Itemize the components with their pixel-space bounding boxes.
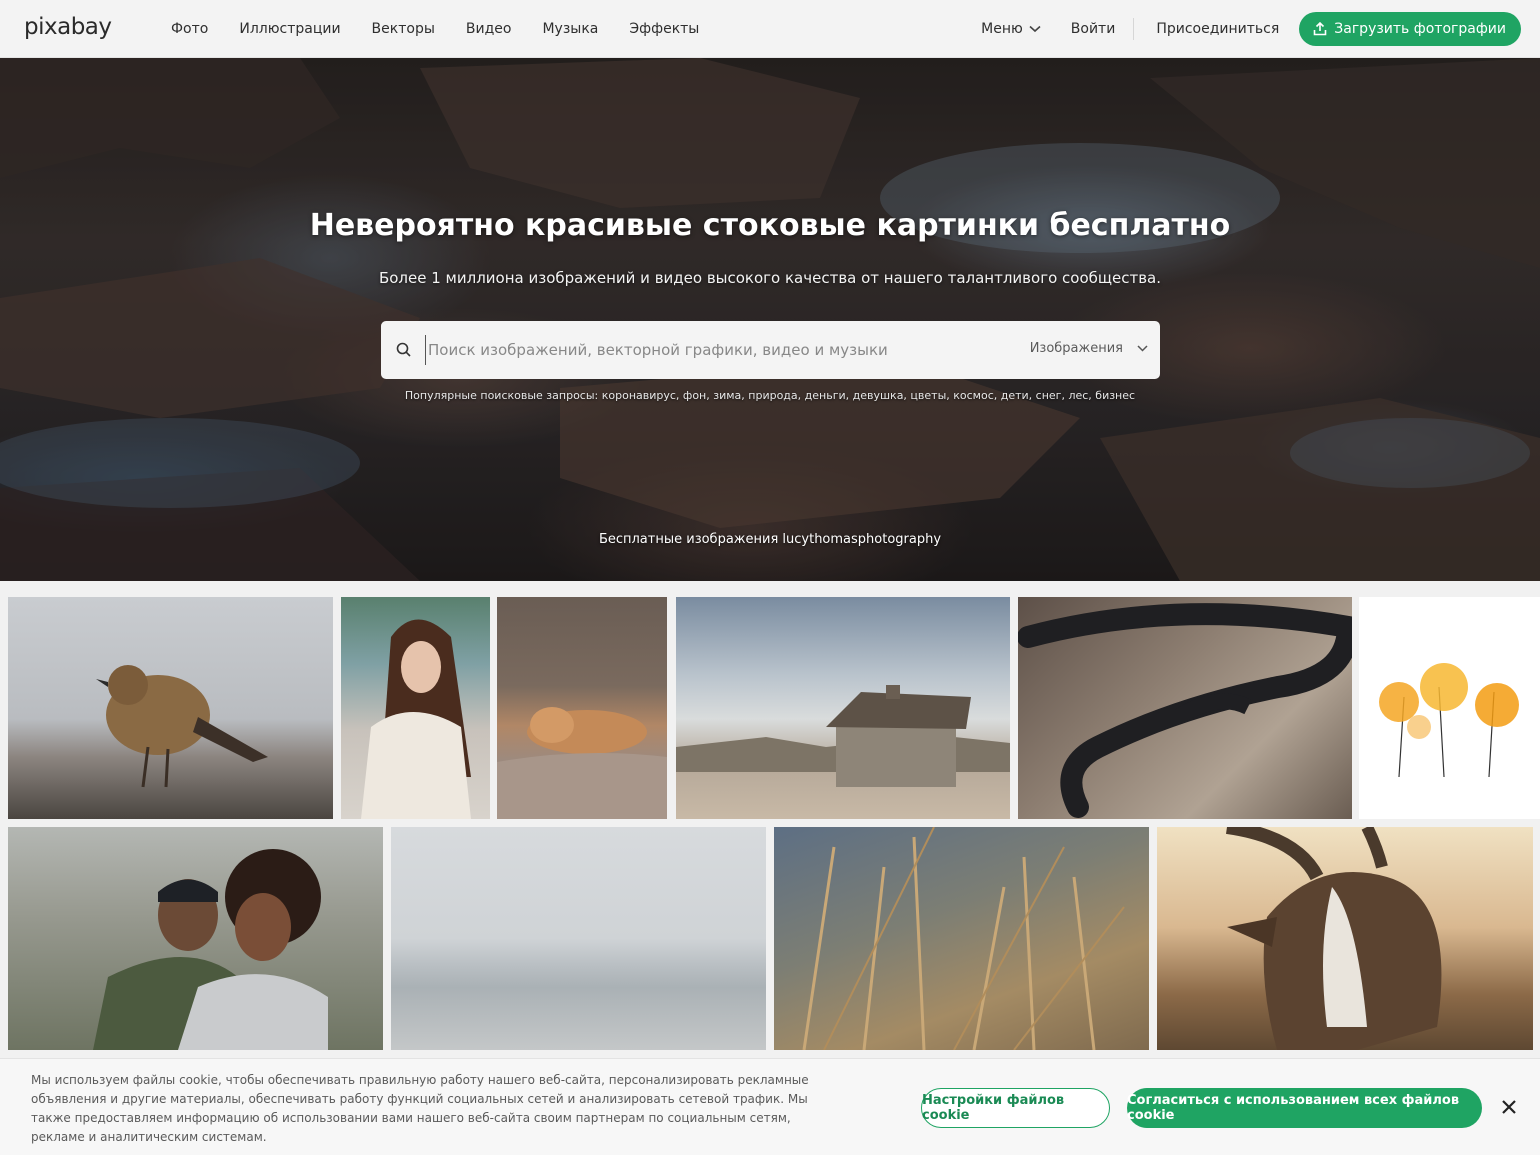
woman-image: [361, 619, 471, 819]
photo-snake[interactable]: [1018, 597, 1352, 819]
search-bar: Изображения: [381, 321, 1160, 379]
bird-image: [96, 665, 268, 788]
nav-illustrations[interactable]: Иллюстрации: [239, 21, 340, 37]
photo-dry-grass[interactable]: [774, 827, 1149, 1050]
upload-button[interactable]: Загрузить фотографии: [1299, 12, 1521, 46]
photo-woman[interactable]: [341, 597, 490, 819]
photo-seascape[interactable]: [391, 827, 766, 1050]
search-input[interactable]: [425, 335, 965, 365]
header-actions: Меню Войти Присоединиться Загрузить фото…: [981, 0, 1540, 58]
photo-cat[interactable]: [497, 597, 667, 819]
hero-overlay: [0, 58, 1540, 581]
hero-subtitle: Более 1 миллиона изображений и видео выс…: [378, 269, 1162, 287]
photo-bird[interactable]: [8, 597, 333, 819]
close-icon[interactable]: [1500, 1098, 1518, 1116]
hero-banner: Невероятно красивые стоковые картинки бе…: [0, 58, 1540, 581]
chevron-down-icon[interactable]: [1137, 345, 1148, 352]
photo-couple[interactable]: [8, 827, 383, 1050]
login-link[interactable]: Войти: [1071, 18, 1135, 40]
goat-image: [1225, 827, 1442, 1050]
join-link[interactable]: Присоединиться: [1156, 21, 1279, 37]
cookie-settings-button[interactable]: Настройки файлов cookie: [921, 1088, 1110, 1128]
popular-searches[interactable]: Популярные поисковые запросы: коронавиру…: [0, 389, 1540, 402]
menu-label: Меню: [981, 21, 1023, 37]
hero-credit[interactable]: Бесплатные изображения lucythomasphotogr…: [0, 532, 1540, 547]
main-nav: Фото Иллюстрации Векторы Видео Музыка Эф…: [171, 0, 730, 58]
search-type-select[interactable]: Изображения: [1030, 341, 1123, 356]
house-image: [676, 685, 1010, 787]
menu-dropdown[interactable]: Меню: [981, 21, 1041, 37]
top-header: pixabay Фото Иллюстрации Векторы Видео М…: [0, 0, 1540, 58]
nav-vectors[interactable]: Векторы: [372, 21, 435, 37]
photo-house[interactable]: [676, 597, 1010, 819]
nav-effects[interactable]: Эффекты: [629, 21, 699, 37]
hero-title: Невероятно красивые стоковые картинки бе…: [309, 208, 1231, 243]
cookie-accept-button[interactable]: Согласиться с использованием всех файлов…: [1127, 1088, 1482, 1128]
cookie-text: Мы используем файлы cookie, чтобы обеспе…: [31, 1073, 809, 1144]
cat-image: [497, 707, 667, 819]
grass-image: [802, 827, 1125, 1050]
pixabay-logo[interactable]: pixabay: [24, 14, 112, 40]
snake-image: [1018, 603, 1352, 818]
nav-music[interactable]: Музыка: [542, 21, 598, 37]
photo-goat[interactable]: [1157, 827, 1533, 1050]
upload-icon: [1313, 22, 1327, 36]
flowers-image: [1379, 663, 1519, 778]
couple-image: [93, 849, 328, 1050]
nav-video[interactable]: Видео: [466, 21, 512, 37]
search-icon[interactable]: [395, 341, 413, 359]
photo-flowers-illustration[interactable]: [1359, 597, 1540, 819]
cookie-banner: Мы используем файлы cookie, чтобы обеспе…: [0, 1058, 1540, 1155]
nav-photo[interactable]: Фото: [171, 21, 208, 37]
chevron-down-icon: [1029, 25, 1041, 33]
upload-label: Загрузить фотографии: [1334, 21, 1506, 37]
